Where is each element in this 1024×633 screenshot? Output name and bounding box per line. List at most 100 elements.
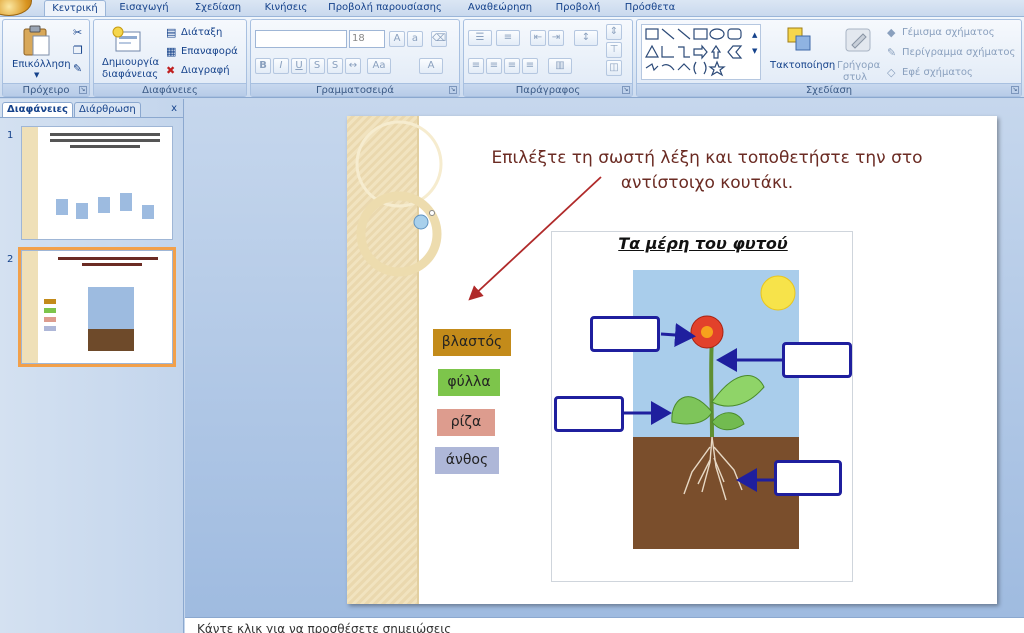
plant-diagram[interactable]: Τα μέρη του φυτού xyxy=(551,231,853,582)
new-slide-button[interactable]: Δημιουργία διαφάνειας xyxy=(96,22,159,82)
font-group-label: Γραμματοσειρά xyxy=(251,83,459,96)
thumb-2-strip xyxy=(22,251,38,363)
slide-thumbnail-1[interactable] xyxy=(21,126,173,240)
word-flower-label: άνθος xyxy=(445,452,489,468)
bullets-icon[interactable]: ☰ xyxy=(468,30,492,46)
shape-fill-button[interactable]: ◆ Γέμισμα σχήματος xyxy=(887,26,1017,40)
tab-insert[interactable]: Εισαγωγή xyxy=(114,0,174,16)
shape-effects-button[interactable]: ◇ Εφέ σχήματος xyxy=(887,66,1017,80)
close-icon[interactable]: x xyxy=(171,103,177,114)
scissors-icon[interactable]: ✂ xyxy=(73,26,82,39)
effects-icon: ◇ xyxy=(887,66,896,79)
slide-number-1: 1 xyxy=(7,130,14,141)
underline-icon[interactable]: U xyxy=(291,58,307,74)
shadow-icon[interactable]: S xyxy=(327,58,343,74)
font-size-field[interactable]: 18 xyxy=(349,30,385,48)
tab-design[interactable]: Σχεδίαση xyxy=(188,0,248,16)
tab-outline[interactable]: Διάρθρωση xyxy=(74,102,141,117)
word-stem[interactable]: βλαστός xyxy=(433,329,511,356)
paragraph-group-label: Παράγραφος xyxy=(464,83,632,96)
paste-dropdown-icon[interactable]: ▼ xyxy=(34,71,39,79)
paragraph-launcher-icon[interactable]: ↘ xyxy=(622,86,630,94)
reset-button[interactable]: ▦ Επαναφορά xyxy=(166,45,244,59)
line-spacing-icon[interactable]: ↕ xyxy=(574,30,598,46)
pen-icon: ✎ xyxy=(887,46,897,59)
tab-slideshow[interactable]: Προβολή παρουσίασης xyxy=(322,0,448,16)
quick-styles-label-1: Γρήγορα xyxy=(837,60,881,71)
quick-styles-icon xyxy=(845,28,871,52)
align-center-icon[interactable]: ≡ xyxy=(486,58,502,74)
clear-format-icon[interactable]: ⌫ xyxy=(431,31,447,47)
answer-box-4[interactable] xyxy=(774,460,842,496)
slide-thumbnail-2[interactable] xyxy=(18,247,176,367)
arrange-button[interactable]: Τακτοποίηση xyxy=(767,22,836,82)
gallery-scroll-up-icon[interactable]: ▲ xyxy=(752,31,757,39)
layout-button[interactable]: ▤ Διάταξη xyxy=(166,26,244,40)
gallery-scroll-down-icon[interactable]: ▼ xyxy=(752,47,757,55)
paste-button[interactable]: Επικόλληση ▼ xyxy=(6,22,71,82)
clipboard-launcher-icon[interactable]: ↘ xyxy=(79,86,87,94)
grow-font-icon[interactable]: A xyxy=(389,31,405,47)
font-name-field[interactable] xyxy=(255,30,347,48)
character-spacing-icon[interactable]: ↔ xyxy=(345,58,361,74)
slide-canvas[interactable]: Επιλέξτε τη σωστή λέξη και τοποθετήστε τ… xyxy=(347,116,997,604)
font-launcher-icon[interactable]: ↘ xyxy=(449,86,457,94)
shapes-gallery[interactable]: ▲ ▼ xyxy=(641,24,761,80)
word-root[interactable]: ρίζα xyxy=(437,409,495,436)
tab-view[interactable]: Προβολή xyxy=(548,0,608,16)
delete-label: Διαγραφή xyxy=(181,65,230,76)
tab-home[interactable]: Κεντρική xyxy=(44,0,106,16)
font-color-icon[interactable]: A xyxy=(419,58,443,74)
change-case-icon[interactable]: Aa xyxy=(367,58,391,74)
tab-addins[interactable]: Πρόσθετα xyxy=(618,0,682,16)
layout-label: Διάταξη xyxy=(181,27,223,38)
shapes-gallery-icons xyxy=(644,28,743,77)
notes-pane[interactable]: Κάντε κλικ για να προσθέσετε σημειώσεις xyxy=(185,617,1024,633)
align-text-icon[interactable]: ⊤ xyxy=(606,42,622,58)
brush-icon[interactable]: ✎ xyxy=(73,62,82,75)
strikethrough-icon[interactable]: S xyxy=(309,58,325,74)
quick-styles-button[interactable]: Γρήγορα στυλ xyxy=(835,22,883,83)
copy-icon[interactable]: ❐ xyxy=(73,44,83,57)
shape-outline-button[interactable]: ✎ Περίγραμμα σχήματος xyxy=(887,46,1021,60)
decrease-indent-icon[interactable]: ⇤ xyxy=(530,30,546,46)
word-root-label: ρίζα xyxy=(450,414,482,430)
slides-panel: Διαφάνειες Διάρθρωση x 1 2 xyxy=(0,99,184,633)
thumb-2-word xyxy=(44,299,56,304)
numbering-icon[interactable]: ≡ xyxy=(496,30,520,46)
thumb-1-image xyxy=(98,197,110,213)
arrange-label: Τακτοποίηση xyxy=(770,60,836,71)
word-flower[interactable]: άνθος xyxy=(435,447,499,474)
delete-button[interactable]: ✖ Διαγραφή xyxy=(166,64,244,78)
slides-group: Δημιουργία διαφάνειας ▤ Διάταξη ▦ Επαναφ… xyxy=(93,19,247,97)
slide-number-2: 2 xyxy=(7,254,14,265)
thumb-2-text-line xyxy=(58,257,158,260)
tab-review[interactable]: Αναθεώρηση xyxy=(460,0,540,16)
thumb-1-text-line xyxy=(50,139,160,142)
columns-icon[interactable]: ▥ xyxy=(548,58,572,74)
drawing-group-label: Σχεδίαση xyxy=(637,83,1021,96)
justify-icon[interactable]: ≡ xyxy=(522,58,538,74)
increase-indent-icon[interactable]: ⇥ xyxy=(548,30,564,46)
paint-bucket-icon: ◆ xyxy=(887,26,896,39)
bold-icon[interactable]: B xyxy=(255,58,271,74)
italic-icon[interactable]: I xyxy=(273,58,289,74)
new-slide-label-2: διαφάνειας xyxy=(102,69,159,80)
tab-animations[interactable]: Κινήσεις xyxy=(258,0,314,16)
shrink-font-icon[interactable]: a xyxy=(407,31,423,47)
word-leaves[interactable]: φύλλα xyxy=(438,369,500,396)
word-leaves-label: φύλλα xyxy=(447,374,491,390)
answer-box-1[interactable] xyxy=(590,316,660,352)
drawing-launcher-icon[interactable]: ↘ xyxy=(1011,86,1019,94)
notes-placeholder[interactable]: Κάντε κλικ για να προσθέσετε σημειώσεις xyxy=(197,622,451,633)
answer-box-2[interactable] xyxy=(782,342,852,378)
align-left-icon[interactable]: ≡ xyxy=(468,58,484,74)
align-right-icon[interactable]: ≡ xyxy=(504,58,520,74)
answer-box-3[interactable] xyxy=(554,396,624,432)
office-button[interactable] xyxy=(0,0,32,16)
paragraph-group: ☰ ≡ ⇤ ⇥ ↕ ⇕ ⊤ ◫ ≡ ≡ ≡ ≡ ▥ Παράγραφος ↘ xyxy=(463,19,633,97)
text-direction-icon[interactable]: ⇕ xyxy=(606,24,622,40)
tab-slides[interactable]: Διαφάνειες xyxy=(2,102,73,117)
smartart-icon[interactable]: ◫ xyxy=(606,60,622,76)
panel-divider xyxy=(0,117,183,118)
